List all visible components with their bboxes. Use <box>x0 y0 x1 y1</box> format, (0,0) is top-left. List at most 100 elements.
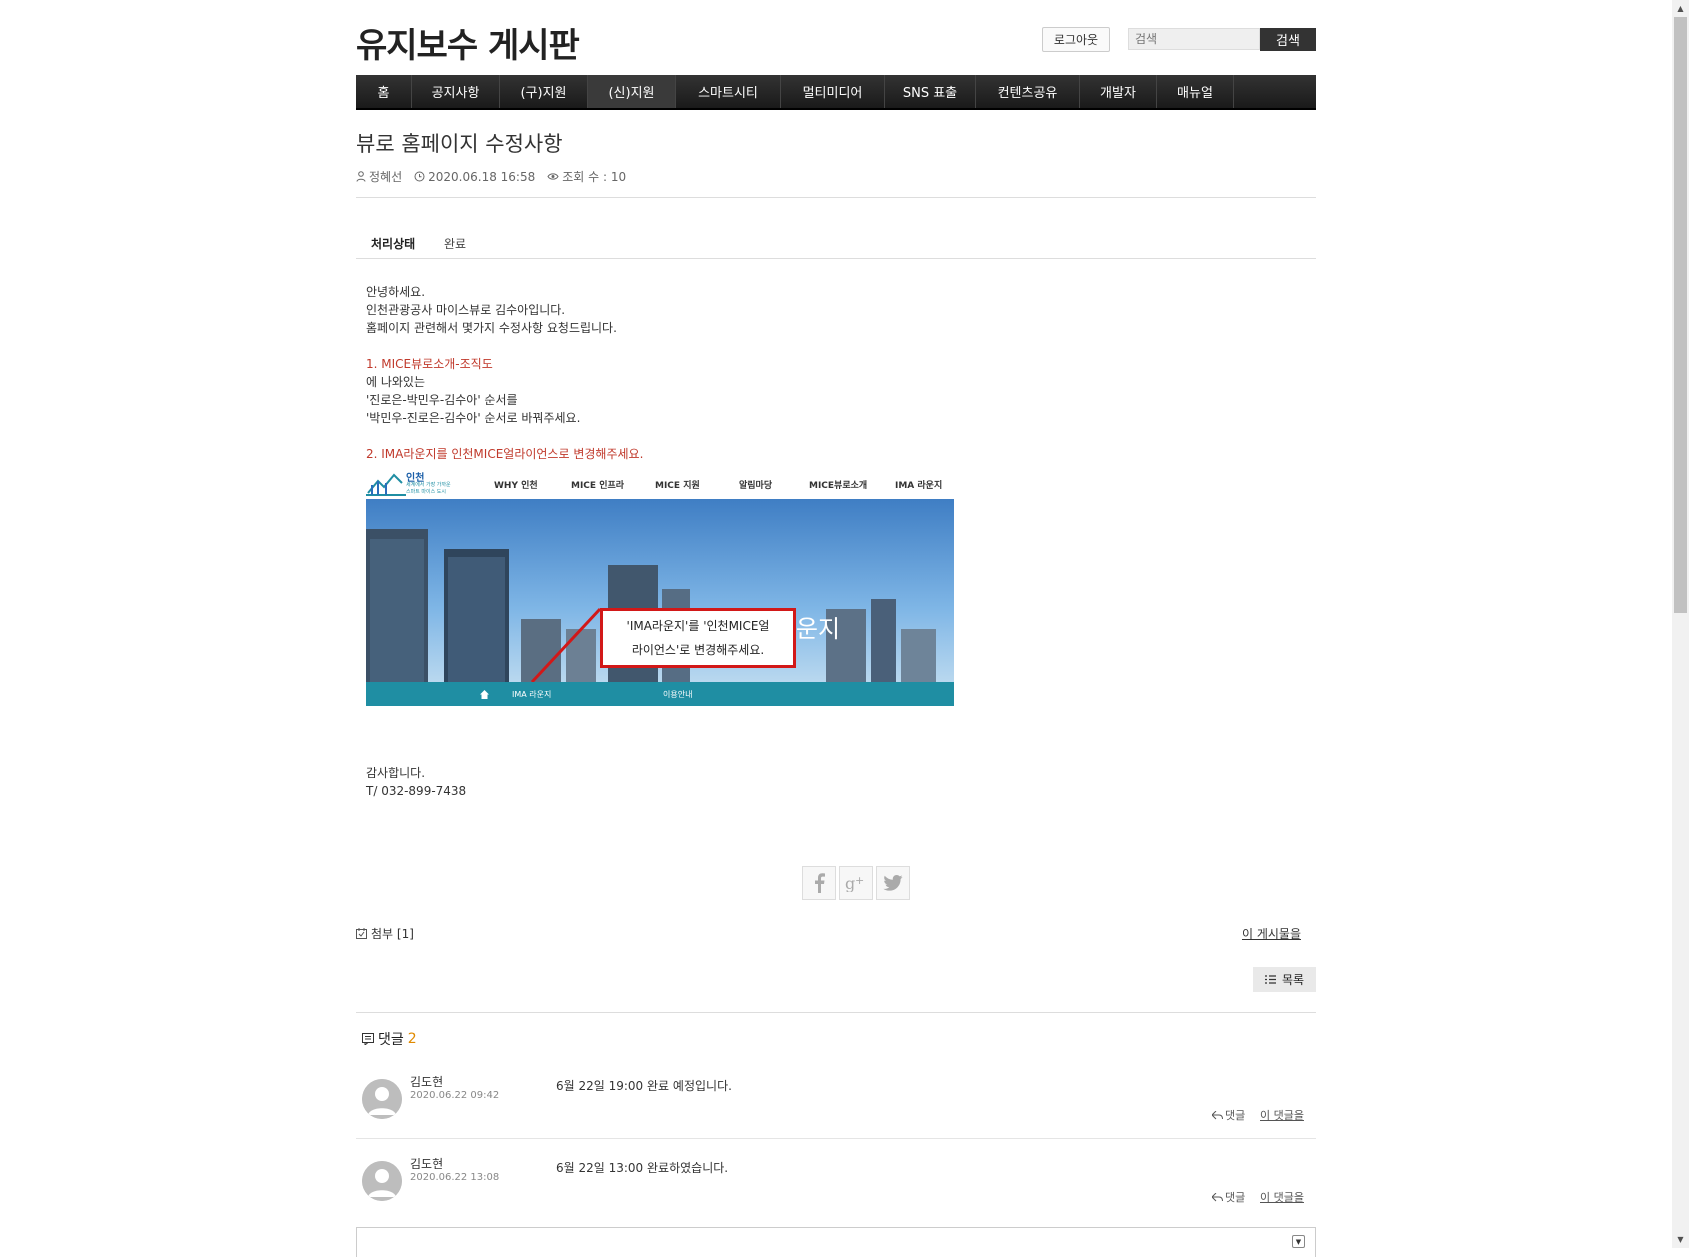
comments-label: 댓글 <box>378 1032 404 1048</box>
comment-reply-button[interactable]: 댓글 <box>1212 1107 1245 1123</box>
comment-item: 김도현 2020.06.22 13:08 6월 22일 13:00 완료하였습니… <box>356 1155 1316 1235</box>
nav-item-multimedia[interactable]: 멀티미디어 <box>781 75 885 108</box>
attachment-link[interactable]: 첨부 [1] <box>356 925 414 942</box>
page-scrollbar[interactable]: ▲ ▼ <box>1672 0 1689 1248</box>
reply-icon <box>1212 1110 1223 1119</box>
body-line: 인천관광공사 마이스뷰로 김수아입니다. <box>366 303 566 317</box>
body-item2-title: 2. IMA라운지를 인천MICE얼라이언스로 변경해주세요. <box>366 447 644 461</box>
search-input[interactable] <box>1128 28 1260 50</box>
callout-line: 'IMA라운지'를 '인천MICE얼 <box>626 619 770 633</box>
comment-menu[interactable]: 이 댓글을 <box>1260 1189 1304 1205</box>
post-author[interactable]: 정혜선 <box>356 168 402 185</box>
nav-item-developer[interactable]: 개발자 <box>1080 75 1157 108</box>
screenshot-crumb-2: 이용안내 <box>663 690 693 699</box>
logout-button[interactable]: 로그아웃 <box>1042 27 1110 52</box>
screenshot-logo-sub1: 세계에서 가장 가까운 <box>406 482 451 488</box>
divider <box>356 1012 1316 1013</box>
screenshot-breadcrumb-bar <box>366 682 954 706</box>
search-button[interactable]: 검색 <box>1260 28 1316 51</box>
post-views-text: 조회 수 : 10 <box>562 170 627 184</box>
post-date-text: 2020.06.18 16:58 <box>428 169 536 184</box>
nav-item-manual[interactable]: 매뉴얼 <box>1157 75 1234 108</box>
nav-item-contents[interactable]: 컨텐츠공유 <box>976 75 1080 108</box>
list-button[interactable]: 목록 <box>1253 967 1316 992</box>
nav-item-sns[interactable]: SNS 표출 <box>885 75 976 108</box>
comment-reply-button[interactable]: 댓글 <box>1212 1189 1245 1205</box>
comment-text: 6월 22일 19:00 완료 예정입니다. <box>556 1079 732 1093</box>
nav-item-new-support[interactable]: (신)지원 <box>588 75 676 108</box>
body-line: 홈페이지 관련해서 몇가지 수정사항 요청드립니다. <box>366 321 617 335</box>
facebook-share-button[interactable] <box>802 866 836 900</box>
facebook-icon <box>815 873 825 893</box>
post-closing: 감사합니다. T/ 032-899-7438 <box>366 764 466 800</box>
body-line: '진로은-박민우-김수아' 순서를 <box>366 393 518 407</box>
this-post-menu[interactable]: 이 게시물을 <box>1242 925 1301 942</box>
post-meta: 정혜선 2020.06.18 16:58 조회 수 : 10 <box>356 168 626 185</box>
twitter-share-button[interactable] <box>876 866 910 900</box>
clock-icon <box>414 171 425 182</box>
twitter-icon <box>883 875 903 891</box>
divider <box>356 197 1316 198</box>
user-icon <box>356 171 366 182</box>
comment-date: 2020.06.22 09:42 <box>410 1090 500 1101</box>
post-author-name: 정혜선 <box>369 170 403 184</box>
screenshot-crumb-1: IMA 라운지 <box>512 690 552 699</box>
nav-item-notice[interactable]: 공지사항 <box>412 75 500 108</box>
comment-item: 김도현 2020.06.22 09:42 6월 22일 19:00 완료 예정입… <box>356 1073 1316 1153</box>
screenshot-logo: 인천 세계에서 가장 가까운 스마트 마이스 도시 <box>366 469 461 497</box>
home-icon <box>480 690 489 699</box>
comment-author[interactable]: 김도현 <box>410 1155 443 1172</box>
post-body: 안녕하세요. 인천관광공사 마이스뷰로 김수아입니다. 홈페이지 관련해서 몇가… <box>366 283 643 463</box>
share-buttons: g + <box>802 866 910 900</box>
comment-reply-label: 댓글 <box>1225 1109 1246 1122</box>
body-line: '박민우-진로은-김수아' 순서로 바꿔주세요. <box>366 411 581 425</box>
svg-text:g: g <box>845 874 855 892</box>
screenshot-menu: WHY 인천 MICE 인프라 MICE 지원 알림마당 MICE뷰로소개 IM… <box>494 478 955 491</box>
post-views: 조회 수 : 10 <box>547 168 626 185</box>
screenshot-menu-item: MICE 인프라 <box>571 481 625 491</box>
embedded-screenshot[interactable]: 인천 세계에서 가장 가까운 스마트 마이스 도시 WHY 인천 MICE 인프… <box>366 463 954 706</box>
nav-item-smartcity[interactable]: 스마트시티 <box>676 75 781 108</box>
contact-phone: T/ 032-899-7438 <box>366 784 467 798</box>
comment-editor[interactable]: ▼ <box>356 1227 1316 1257</box>
google-plus-icon: g + <box>845 874 864 892</box>
comment-text: 6월 22일 13:00 완료하였습니다. <box>556 1161 729 1175</box>
screenshot-menu-item: IMA 라운지 <box>895 481 943 491</box>
chevron-down-icon[interactable]: ▼ <box>1292 1235 1305 1248</box>
nav-item-home[interactable]: 홈 <box>356 75 412 108</box>
post-date: 2020.06.18 16:58 <box>414 170 535 184</box>
svg-text:+: + <box>855 874 864 887</box>
body-item1-title: 1. MICE뷰로소개-조직도 <box>366 357 493 371</box>
default-avatar-icon <box>362 1079 402 1119</box>
screenshot-menu-item: WHY 인천 <box>494 481 538 491</box>
comment-date: 2020.06.22 13:08 <box>410 1172 500 1183</box>
attachment-icon <box>356 928 367 939</box>
incheon-logo-icon <box>366 473 406 496</box>
screenshot-menu-item: 알림마당 <box>739 481 773 491</box>
status-row: 처리상태 완료 <box>356 232 1316 259</box>
attachment-label: 첨부 [1] <box>371 927 414 941</box>
status-label: 처리상태 <box>371 237 416 251</box>
status-value: 완료 <box>444 237 467 251</box>
nav-item-old-support[interactable]: (구)지원 <box>500 75 588 108</box>
comment-reply-label: 댓글 <box>1225 1191 1246 1204</box>
scrollbar-thumb[interactable] <box>1674 17 1687 613</box>
screenshot-header: 인천 세계에서 가장 가까운 스마트 마이스 도시 WHY 인천 MICE 인프… <box>366 463 954 499</box>
scroll-up-arrow-icon[interactable]: ▲ <box>1672 0 1689 17</box>
closing-line: 감사합니다. <box>366 766 426 780</box>
avatar <box>362 1161 402 1201</box>
default-avatar-icon <box>362 1161 402 1201</box>
callout-line: 라이언스'로 변경해주세요. <box>631 643 765 657</box>
scroll-down-arrow-icon[interactable]: ▼ <box>1672 1231 1689 1248</box>
screenshot-menu-item: MICE 지원 <box>655 481 700 491</box>
reply-icon <box>1212 1192 1223 1201</box>
google-plus-share-button[interactable]: g + <box>839 866 873 900</box>
comment-icon <box>362 1033 374 1045</box>
list-label: 목록 <box>1281 973 1305 987</box>
comment-author[interactable]: 김도현 <box>410 1073 443 1090</box>
list-icon <box>1264 975 1276 984</box>
avatar <box>362 1079 402 1119</box>
body-line: 안녕하세요. <box>366 285 426 299</box>
comment-menu[interactable]: 이 댓글을 <box>1260 1107 1304 1123</box>
site-title[interactable]: 유지보수 게시판 <box>356 18 580 67</box>
